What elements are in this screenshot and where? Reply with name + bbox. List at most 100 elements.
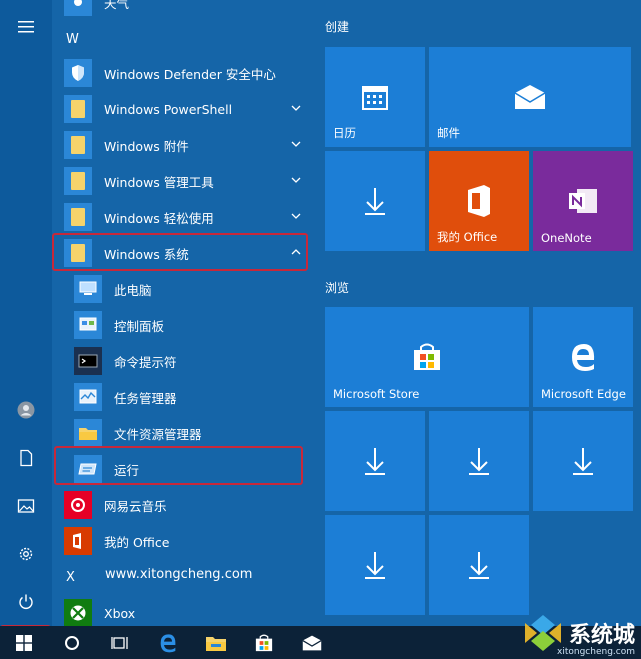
shield-icon <box>64 59 92 87</box>
tile-label: Microsoft Edge <box>541 387 626 401</box>
hamburger-menu-button[interactable] <box>0 4 52 50</box>
xbox-icon <box>64 599 92 626</box>
taskbar-store-button[interactable] <box>240 626 288 659</box>
taskbar-mail-button[interactable] <box>288 626 336 659</box>
chevron-down-icon <box>291 213 301 219</box>
tile-label: 我的 Office <box>437 230 498 244</box>
app-label: 天气 <box>104 0 130 11</box>
app-label: Windows 管理工具 <box>104 174 214 190</box>
folder-icon <box>64 203 92 231</box>
app-xbox[interactable]: Xbox <box>64 595 310 626</box>
app-windows-powershell[interactable]: Windows PowerShell <box>64 91 310 127</box>
app-weather[interactable]: 天气 <box>64 0 310 20</box>
download-icon <box>365 552 385 579</box>
netease-music-icon <box>64 491 92 519</box>
taskbar-edge-button[interactable] <box>144 626 192 659</box>
app-windows-admin-tools[interactable]: Windows 管理工具 <box>64 163 310 199</box>
task-manager-icon <box>74 383 102 411</box>
mail-icon <box>514 85 546 109</box>
tile-onenote[interactable]: OneNote <box>533 151 633 251</box>
app-label: Windows PowerShell <box>104 101 233 117</box>
store-icon <box>414 343 440 370</box>
power-button[interactable] <box>0 579 52 625</box>
tile-download-2[interactable] <box>325 411 425 511</box>
documents-button[interactable] <box>0 435 52 481</box>
app-label: 文件资源管理器 <box>114 426 202 442</box>
app-label: 我的 Office <box>104 534 170 550</box>
letter-header-w[interactable]: W <box>66 32 79 47</box>
app-label: 任务管理器 <box>114 390 177 406</box>
windows-logo-icon <box>16 634 32 651</box>
app-label: 此电脑 <box>114 282 152 298</box>
tile-download-5[interactable] <box>325 515 425 615</box>
letter-header-x[interactable]: X <box>66 570 75 585</box>
app-windows-defender[interactable]: Windows Defender 安全中心 <box>64 55 310 91</box>
picture-icon <box>17 499 35 513</box>
computer-icon <box>74 275 102 303</box>
tile-download-1[interactable] <box>325 151 425 251</box>
onenote-icon <box>569 189 597 213</box>
tile-mail[interactable]: 邮件 <box>429 47 631 147</box>
settings-button[interactable] <box>0 531 52 577</box>
calendar-icon <box>362 86 388 110</box>
mail-icon <box>302 635 322 650</box>
highlight-run <box>54 446 303 485</box>
download-icon <box>469 552 489 579</box>
control-panel-icon <box>74 311 102 339</box>
app-task-manager[interactable]: 任务管理器 <box>74 379 310 415</box>
power-icon <box>19 594 33 609</box>
chevron-down-icon <box>291 141 301 147</box>
tile-microsoft-store[interactable]: Microsoft Store <box>325 307 529 407</box>
file-explorer-icon <box>206 636 226 651</box>
start-rail <box>0 0 52 626</box>
app-label: 网易云音乐 <box>104 498 167 514</box>
folder-icon <box>64 131 92 159</box>
start-button[interactable] <box>0 626 48 659</box>
pictures-button[interactable] <box>0 483 52 529</box>
app-label: 控制面板 <box>114 318 165 334</box>
cortana-button[interactable] <box>48 626 96 659</box>
user-account-button[interactable] <box>0 387 52 433</box>
app-label: Windows 附件 <box>104 138 189 154</box>
section-title-create: 创建 <box>325 20 350 34</box>
download-icon <box>365 188 385 215</box>
app-windows-ease-of-access[interactable]: Windows 轻松使用 <box>64 199 310 235</box>
app-list: 天气 W Windows Defender 安全中心 Windows Power… <box>52 0 310 626</box>
tile-my-office[interactable]: 我的 Office <box>429 151 529 251</box>
cortana-icon <box>65 635 79 650</box>
watermark-text: 系统城 <box>568 623 635 648</box>
app-windows-accessories[interactable]: Windows 附件 <box>64 127 310 163</box>
watermark-subtext: xitongcheng.com <box>557 647 635 657</box>
tile-download-6[interactable] <box>429 515 529 615</box>
app-this-pc[interactable]: 此电脑 <box>74 271 310 307</box>
download-icon <box>365 448 385 475</box>
weather-icon <box>64 0 92 16</box>
tile-label: Microsoft Store <box>333 387 420 401</box>
hamburger-icon <box>18 21 34 33</box>
file-explorer-icon <box>74 419 102 447</box>
chevron-down-icon <box>291 105 301 111</box>
folder-icon <box>64 167 92 195</box>
tile-label: 邮件 <box>437 126 460 140</box>
overlay-url-text: www.xitongcheng.com <box>105 567 253 582</box>
task-view-button[interactable] <box>96 626 144 659</box>
edge-icon <box>160 633 176 652</box>
app-control-panel[interactable]: 控制面板 <box>74 307 310 343</box>
store-icon <box>255 634 273 651</box>
app-command-prompt[interactable]: 命令提示符 <box>74 343 310 379</box>
tile-download-3[interactable] <box>429 411 529 511</box>
tile-calendar[interactable]: 日历 <box>325 47 425 147</box>
document-icon <box>20 449 33 467</box>
taskbar-explorer-button[interactable] <box>192 626 240 659</box>
section-title-browse: 浏览 <box>325 281 350 295</box>
app-label: 命令提示符 <box>114 354 177 370</box>
task-view-icon <box>111 636 128 649</box>
edge-icon <box>572 344 595 371</box>
app-label: Xbox <box>104 605 136 621</box>
app-my-office[interactable]: 我的 Office <box>64 523 310 559</box>
tile-microsoft-edge[interactable]: Microsoft Edge <box>533 307 633 407</box>
app-netease-music[interactable]: 网易云音乐 <box>64 487 310 523</box>
download-icon <box>469 448 489 475</box>
tile-download-4[interactable] <box>533 411 633 511</box>
folder-icon <box>64 95 92 123</box>
